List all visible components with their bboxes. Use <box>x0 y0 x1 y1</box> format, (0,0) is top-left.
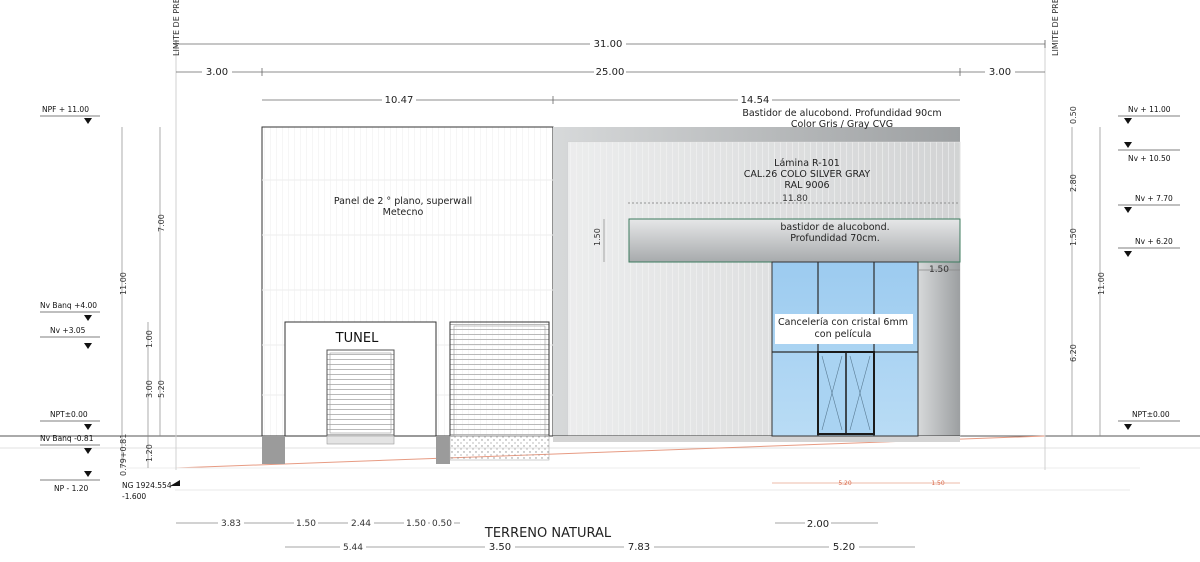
left-level-markers: NPF + 11.00 Nv Banq +4.00 Nv +3.05 NPT±0… <box>40 105 180 501</box>
note-lamina-l2: CAL.26 COLO SILVER GRAY <box>744 169 871 180</box>
right-dim-150: 1.50 <box>1069 228 1078 246</box>
right-dim-half: 0.50 <box>1069 106 1078 124</box>
red-dim-a: 5.20 <box>838 480 852 487</box>
dim-left-setback: 3.00 <box>206 67 228 78</box>
bottom-dim-j: 5.20 <box>833 542 855 553</box>
elevation-drawing: LIMITE DE PREDIO LIMITE DE PREDIO 31.00 … <box>0 0 1200 558</box>
right-side-shade <box>918 262 960 436</box>
glass-door <box>817 351 875 435</box>
left-limit-label: LIMITE DE PREDIO <box>172 0 181 56</box>
dock-pit-left <box>326 435 395 445</box>
note-bastidor-70-l1: bastidor de alucobond. <box>780 222 889 233</box>
top-dimensions: 31.00 3.00 25.00 3.00 10.47 14.54 <box>175 37 1046 106</box>
level-nv-banq-4: Nv Banq +4.00 <box>40 301 97 310</box>
dim-left-block: 10.47 <box>385 95 414 106</box>
level-ng: NG 1924.554 <box>122 481 172 490</box>
rollup-door-2 <box>449 321 550 437</box>
left-dim-seven: 7.00 <box>157 214 166 232</box>
left-dim-three: 3.00 <box>145 380 154 398</box>
tunnel-right-pier <box>436 436 450 464</box>
note-terreno-natural: TERRENO NATURAL <box>484 526 612 541</box>
level-nv-banq-neg: Nv Banq -0.81 <box>40 434 94 443</box>
note-tunel: TUNEL <box>335 331 379 346</box>
left-dim-one: 1.00 <box>145 330 154 348</box>
right-vertical-dims <box>1071 127 1101 436</box>
left-dock-pier <box>262 436 285 464</box>
level-ng-sub: -1.600 <box>122 492 146 501</box>
note-bastidor-90-l1: Bastidor de alucobond. Profundidad 90cm <box>742 108 941 119</box>
note-panel-l1: Panel de 2 ° plano, superwall <box>334 196 472 207</box>
note-panel-l2: Metecno <box>383 207 424 218</box>
level-nv-1100: Nv + 11.00 <box>1128 105 1171 114</box>
left-vertical-dims <box>121 127 161 468</box>
bottom-dim-b: 1.50 <box>296 519 316 529</box>
bottom-dim-e: 0.50 <box>432 519 452 529</box>
right-dim-620: 6.20 <box>1069 344 1078 362</box>
bottom-dim-a: 3.83 <box>221 519 241 529</box>
bottom-dim-h: 3.50 <box>489 542 511 553</box>
canopy-dim-side: 1.50 <box>929 265 949 275</box>
red-dim-b: 1.50 <box>931 480 945 487</box>
left-dim-total: 11.00 <box>119 272 128 295</box>
right-dim-280: 2.80 <box>1069 174 1078 192</box>
bottom-dim-d: 1.50 <box>406 519 426 529</box>
level-npf: NPF + 11.00 <box>42 105 89 114</box>
level-nv-305: Nv +3.05 <box>50 326 86 335</box>
bottom-dim-c: 2.44 <box>351 519 371 529</box>
canopy-dim-height: 1.50 <box>593 228 602 246</box>
note-lamina-l1: Lámina R-101 <box>774 158 840 169</box>
left-dim-120: 1.20 <box>145 444 154 462</box>
dim-right-setback: 3.00 <box>989 67 1011 78</box>
level-nv-620: Nv + 6.20 <box>1135 237 1173 246</box>
right-dim-total: 11.00 <box>1097 272 1106 295</box>
level-np-neg: NP - 1.20 <box>54 484 89 493</box>
note-lamina-l3: RAL 9006 <box>784 180 829 191</box>
level-right-npt: NPT±0.00 <box>1132 410 1170 419</box>
ramp-hatch <box>449 435 550 461</box>
tunnel-rollup-door <box>326 349 395 437</box>
left-dim-520: 5.20 <box>157 380 166 398</box>
level-nv-770: Nv + 7.70 <box>1135 194 1173 203</box>
dim-right-block: 14.54 <box>741 95 770 106</box>
dim-canopy-1180: 11.80 <box>782 194 808 204</box>
right-level-markers: Nv + 11.00 Nv + 10.50 Nv + 7.70 Nv + 6.2… <box>1118 105 1180 430</box>
bottom-dim-g: 5.44 <box>343 543 363 553</box>
left-dim-small: 0.79+0.81 <box>119 434 128 476</box>
note-canceleria-l2: con película <box>815 329 872 340</box>
level-npt: NPT±0.00 <box>50 410 88 419</box>
bottom-dim-i: 7.83 <box>628 542 650 553</box>
dim-total-31: 31.00 <box>594 39 623 50</box>
note-canceleria-l1: Cancelería con cristal 6mm <box>778 317 908 328</box>
facade-elevation-svg: LIMITE DE PREDIO LIMITE DE PREDIO 31.00 … <box>0 0 1200 553</box>
dim-building-25: 25.00 <box>596 67 625 78</box>
bottom-dim-f: 2.00 <box>807 519 829 530</box>
note-bastidor-90-l2: Color Gris / Gray CVG <box>791 119 893 130</box>
right-limit-label: LIMITE DE PREDIO <box>1051 0 1060 56</box>
level-nv-1050: Nv + 10.50 <box>1128 154 1171 163</box>
note-bastidor-70-l2: Profundidad 70cm. <box>790 233 880 244</box>
right-base-strip <box>553 436 960 442</box>
